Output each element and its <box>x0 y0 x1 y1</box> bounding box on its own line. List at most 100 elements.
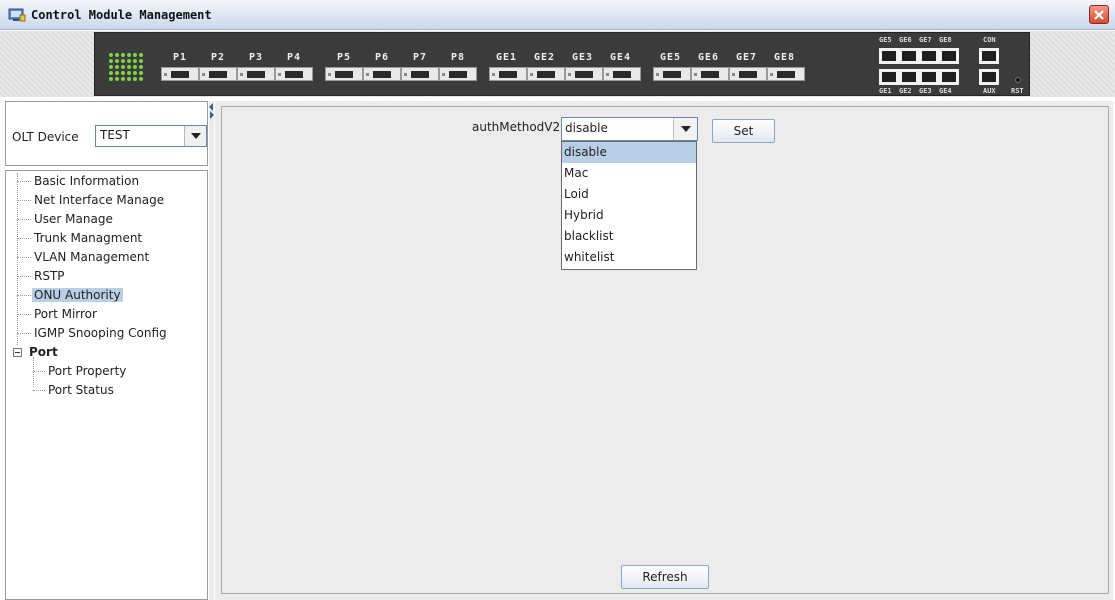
panel-splitter[interactable] <box>209 101 214 600</box>
tree-guide-line <box>17 314 31 315</box>
refresh-button[interactable]: Refresh <box>621 565 709 589</box>
tree-guide-line <box>17 295 31 296</box>
port-label: GE1 <box>496 52 518 63</box>
rj45-port-label: GE3 <box>919 87 932 95</box>
rj45-port <box>879 48 899 64</box>
reset-button <box>1015 77 1021 83</box>
dropdown-option-loid[interactable]: Loid <box>562 184 696 205</box>
status-led <box>133 59 137 63</box>
status-led <box>115 65 119 69</box>
fiber-port <box>653 67 691 81</box>
dropdown-arrow-button[interactable] <box>184 126 206 146</box>
dropdown-option-blacklist[interactable]: blacklist <box>562 226 696 247</box>
status-led <box>133 65 137 69</box>
rj45-port <box>939 69 959 85</box>
status-led <box>133 77 137 81</box>
tree-item-basic-information[interactable]: Basic Information <box>32 173 141 191</box>
auth-method-select[interactable]: disable <box>561 117 698 141</box>
status-led <box>133 71 137 75</box>
status-led <box>127 65 131 69</box>
chevron-down-icon <box>681 126 691 132</box>
tree-guide-line <box>17 276 31 277</box>
rj45-port <box>879 69 899 85</box>
tree-guide-line <box>17 181 31 182</box>
collapse-arrows-icon[interactable] <box>209 103 214 119</box>
fiber-port <box>363 67 401 81</box>
tree-item-vlan-management[interactable]: VLAN Management <box>32 249 151 267</box>
tree-guide-line <box>17 238 31 239</box>
rst-port-label: RST <box>1011 87 1024 95</box>
status-led <box>121 71 125 75</box>
device-front-panel: P1 P2 P3 P4 P5 P6 P7 P8 GE1 GE2 GE3 GE4 GE5 GE6 GE7 GE8… <box>94 32 1030 96</box>
fiber-port <box>489 67 527 81</box>
tree-item-label: RSTP <box>34 269 65 283</box>
status-led <box>139 59 143 63</box>
chevron-down-icon <box>191 133 201 139</box>
status-led <box>109 77 113 81</box>
dropdown-option-mac[interactable]: Mac <box>562 163 696 184</box>
tree-guide-line <box>33 390 45 391</box>
rj45-port-label: GE7 <box>919 36 932 44</box>
rj45-port <box>919 69 939 85</box>
tree-item-net-interface-manage[interactable]: Net Interface Manage <box>32 192 166 210</box>
port-label: P1 <box>173 52 188 63</box>
dropdown-option-disable[interactable]: disable <box>562 142 696 163</box>
rj45-port-label: GE5 <box>879 36 892 44</box>
tree-item-onu-authority[interactable]: ONU Authority <box>32 287 123 305</box>
tree-item-label: ONU Authority <box>32 288 123 302</box>
close-icon <box>1094 10 1104 20</box>
tree-item-label: VLAN Management <box>34 250 150 264</box>
set-button[interactable]: Set <box>712 119 775 143</box>
tree-item-rstp[interactable]: RSTP <box>32 268 67 286</box>
fiber-port <box>275 67 313 81</box>
status-led <box>115 59 119 63</box>
fiber-port <box>767 67 805 81</box>
port-label: GE2 <box>534 52 556 63</box>
tree-item-label: IGMP Snooping Config <box>34 326 167 340</box>
tree-item-label: Port Status <box>48 383 114 397</box>
auth-method-dropdown-list: disable Mac Loid Hybrid blacklist whitelist <box>561 141 697 270</box>
auth-method-label: authMethodV2 <box>472 120 561 134</box>
dropdown-option-whitelist[interactable]: whitelist <box>562 247 696 268</box>
close-button[interactable] <box>1089 5 1109 24</box>
status-led <box>109 53 113 57</box>
status-led <box>139 77 143 81</box>
status-led <box>109 65 113 69</box>
tree-item-label: Port Property <box>48 364 127 378</box>
tree-item-label: Port Mirror <box>34 307 97 321</box>
tree-guide-line <box>17 333 31 334</box>
tree-item-trunk-managment[interactable]: Trunk Managment <box>32 230 144 248</box>
status-leds <box>109 53 149 83</box>
status-led <box>139 71 143 75</box>
dropdown-arrow-button[interactable] <box>673 118 697 140</box>
tree-item-label: Trunk Managment <box>34 231 143 245</box>
aux-port <box>979 69 999 85</box>
rj45-port-label: GE2 <box>899 87 912 95</box>
rj45-port <box>899 48 919 64</box>
olt-device-select[interactable]: TEST <box>95 125 207 147</box>
fiber-port <box>401 67 439 81</box>
port-label: GE4 <box>610 52 632 63</box>
tree-item-port-status[interactable]: Port Status <box>46 382 116 400</box>
tree-item-port[interactable]: Port <box>27 344 60 362</box>
port-label: GE6 <box>698 52 720 63</box>
rj45-port-label: GE8 <box>939 36 952 44</box>
console-port <box>979 48 999 64</box>
tree-item-user-manage[interactable]: User Manage <box>32 211 115 229</box>
port-label: P3 <box>249 52 264 63</box>
dropdown-option-hybrid[interactable]: Hybrid <box>562 205 696 226</box>
window-title: Control Module Management <box>31 8 212 22</box>
tree-item-port-property[interactable]: Port Property <box>46 363 128 381</box>
status-led <box>127 59 131 63</box>
rj45-port-label: GE1 <box>879 87 892 95</box>
tree-item-igmp-snooping-config[interactable]: IGMP Snooping Config <box>32 325 169 343</box>
port-label: P2 <box>211 52 226 63</box>
status-led <box>127 71 131 75</box>
fiber-port <box>237 67 275 81</box>
collapse-toggle-icon[interactable] <box>13 348 22 357</box>
port-label: P8 <box>451 52 466 63</box>
tree-guide-line <box>17 200 31 201</box>
status-led <box>121 65 125 69</box>
status-led <box>139 65 143 69</box>
tree-item-port-mirror[interactable]: Port Mirror <box>32 306 99 324</box>
